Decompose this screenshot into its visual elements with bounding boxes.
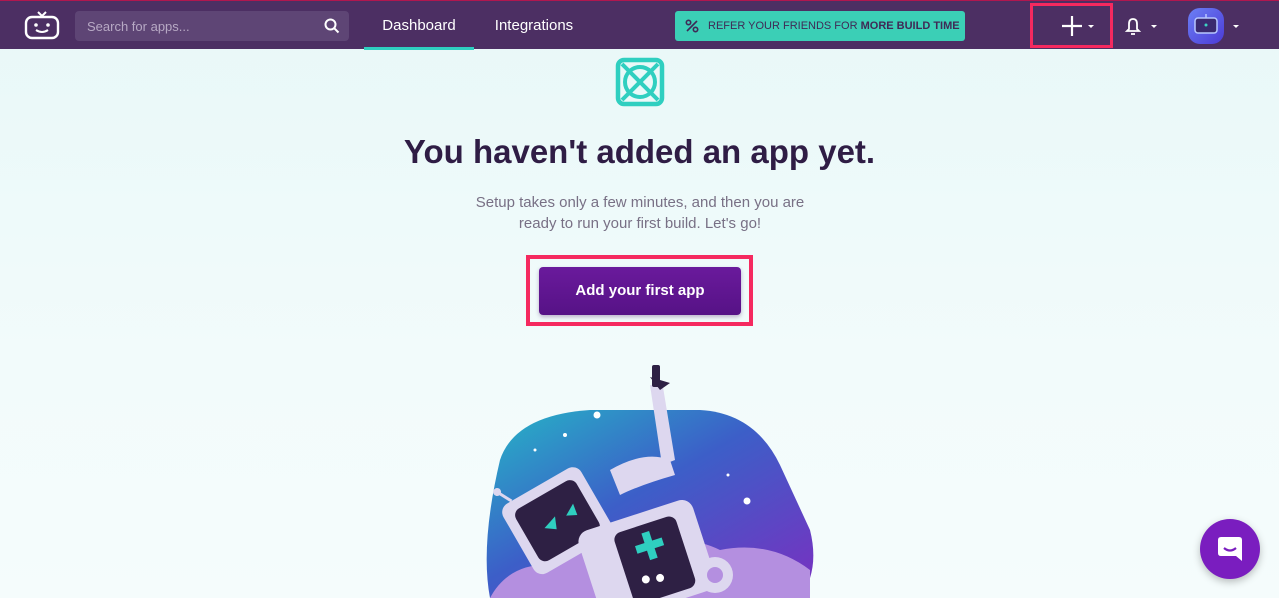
search-input[interactable]	[75, 11, 315, 41]
search-bar	[75, 11, 349, 41]
add-new-button[interactable]	[1030, 3, 1113, 48]
top-nav-bar: Dashboard Integrations REFER YOUR FRIEND…	[0, 0, 1279, 50]
chat-support-button[interactable]	[1200, 519, 1260, 579]
avatar	[1188, 8, 1239, 44]
page-subtitle: Setup takes only a few minutes, and then…	[440, 192, 840, 234]
chat-icon	[1218, 537, 1242, 561]
robot-illustration	[486, 365, 814, 598]
empty-box-icon	[615, 57, 665, 107]
plus-icon	[1062, 16, 1094, 36]
subtitle-line-2: ready to run your first build. Let's go!	[518, 215, 762, 232]
percent-icon	[685, 19, 699, 33]
notifications-button[interactable]	[1122, 14, 1162, 38]
search-icon[interactable]	[324, 18, 340, 34]
refer-bold-text: MORE BUILD TIME	[860, 20, 960, 32]
bitrise-logo-icon[interactable]	[24, 10, 60, 40]
user-menu-button[interactable]	[1186, 7, 1246, 45]
refer-text: REFER YOUR FRIENDS FOR	[708, 20, 858, 32]
tab-dashboard[interactable]: Dashboard	[364, 1, 474, 50]
page-title: You haven't added an app yet.	[403, 133, 876, 170]
add-first-app-button[interactable]: Add your first app	[539, 267, 741, 315]
bell-icon	[1124, 18, 1157, 35]
subtitle-line-1: Setup takes only a few minutes, and then…	[475, 194, 805, 211]
refer-friends-banner[interactable]: REFER YOUR FRIENDS FOR MORE BUILD TIME	[675, 11, 965, 41]
tab-integrations[interactable]: Integrations	[477, 1, 591, 50]
